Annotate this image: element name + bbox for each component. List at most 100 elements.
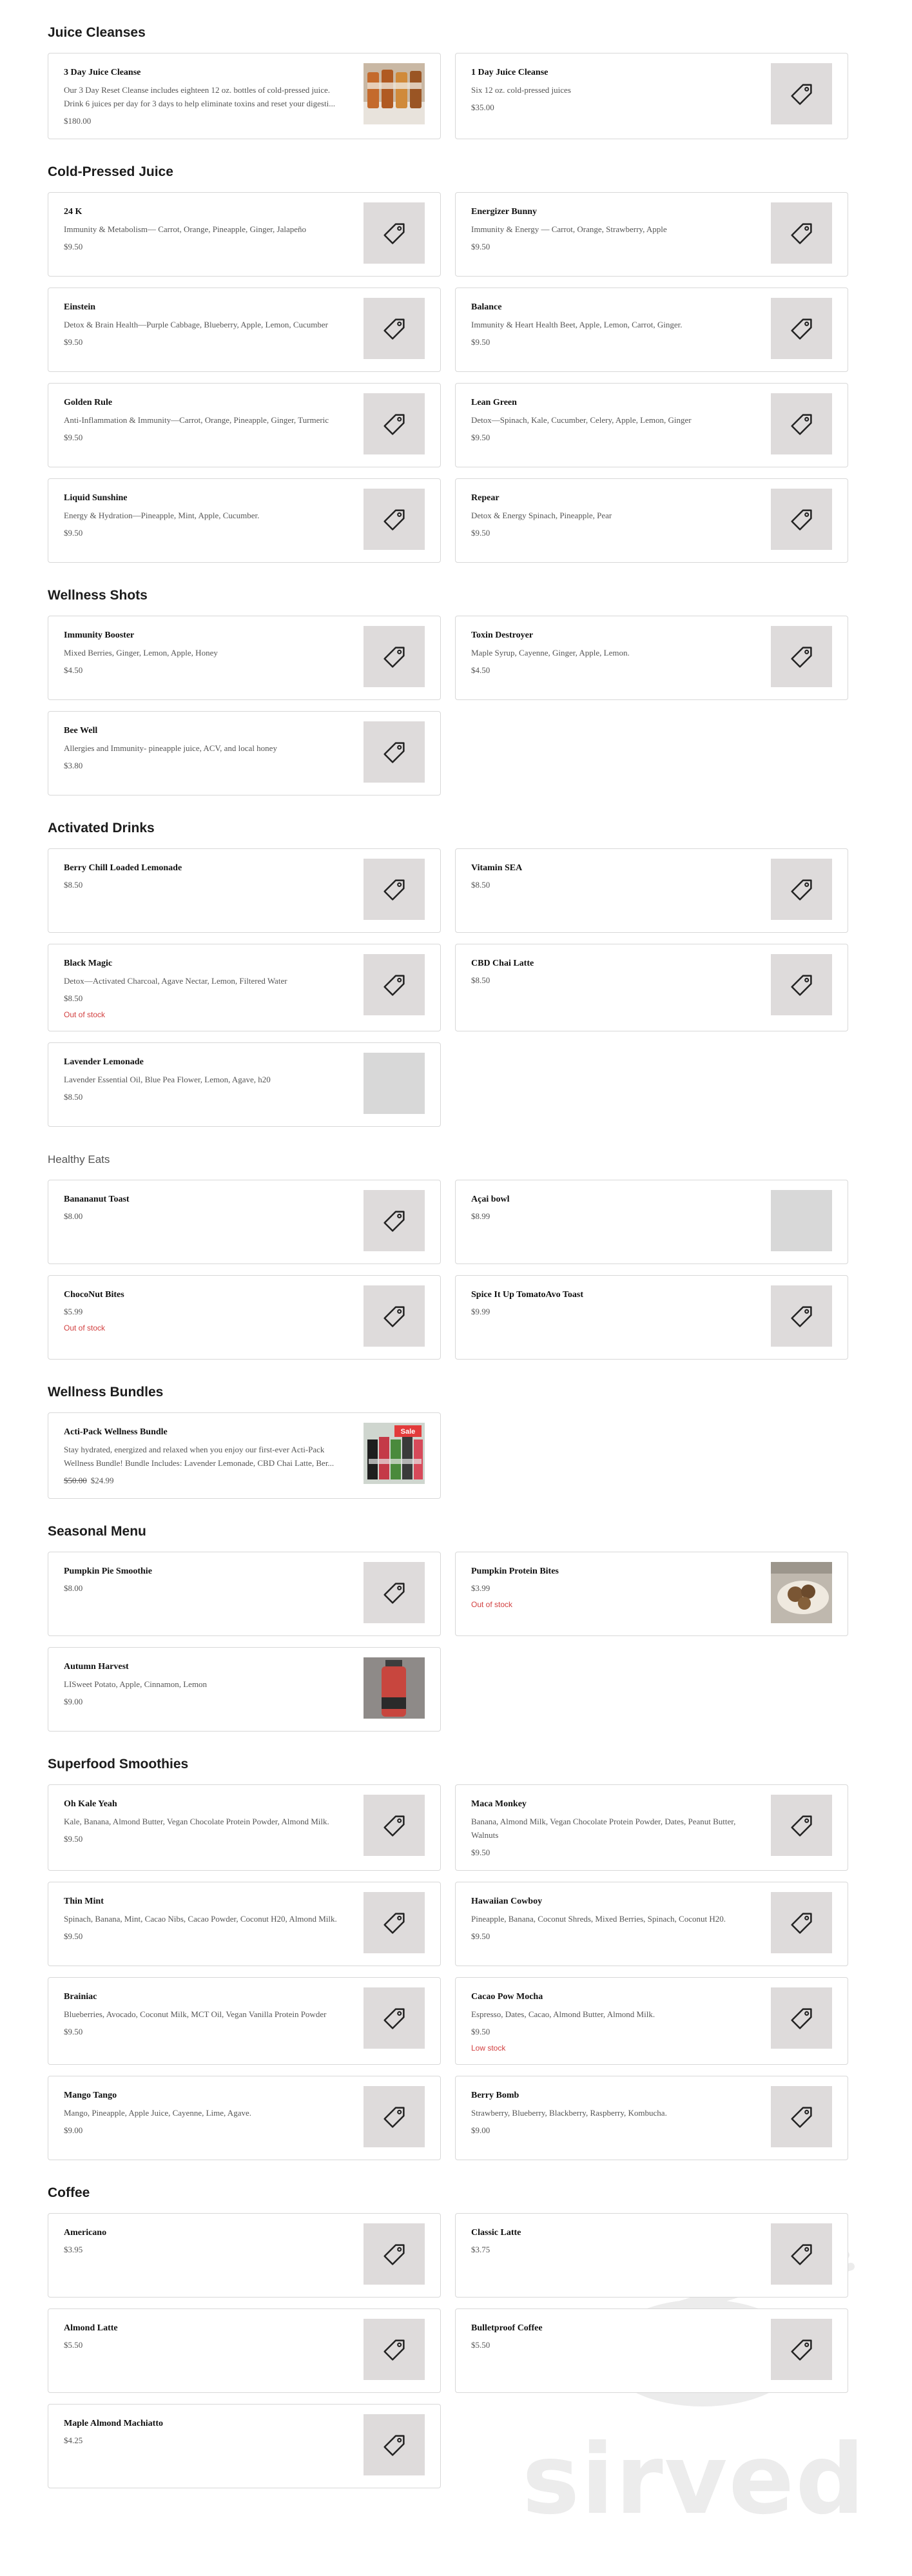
menu-item-name: Americano: [64, 2228, 107, 2238]
menu-item-card[interactable]: Mango Tango Mango, Pineapple, Apple Juice…: [48, 2076, 441, 2160]
menu-item-name: Vitamin SEA: [471, 863, 523, 873]
menu-item-card[interactable]: Berry Bomb Strawberry, Blueberry, Blackbe…: [455, 2076, 848, 2160]
tag-icon: [383, 1210, 405, 1232]
menu-item-card[interactable]: 3 Day Juice Cleanse Our 3 Day Reset Clean…: [48, 53, 441, 139]
menu-item-card[interactable]: Repear Detox & Energy Spinach, Pineapple,…: [455, 478, 848, 563]
menu-item-description: Mango, Pineapple, Apple Juice, Cayenne, …: [64, 2108, 251, 2118]
menu-item-card[interactable]: Einstein Detox & Brain Health—Purple Cabb…: [48, 288, 441, 372]
menu-item-info: Berry Bomb Strawberry, Blueberry, Blackbe…: [471, 2090, 748, 2136]
menu-item-name: Maca Monkey: [471, 1799, 527, 1809]
menu-item-card[interactable]: Almond Latte $5.50: [48, 2308, 441, 2393]
menu-item-card[interactable]: Thin Mint Spinach, Banana, Mint, Cacao Ni…: [48, 1882, 441, 1966]
menu-item-info: Black Magic Detox—Activated Charcoal, Aga…: [64, 958, 341, 1019]
menu-item-price: $9.50: [471, 432, 748, 444]
menu-item-info: 1 Day Juice Cleanse Six 12 oz. cold-press…: [471, 67, 748, 113]
menu-item-card[interactable]: Americano $3.95: [48, 2213, 441, 2298]
item-thumbnail: [771, 954, 832, 1015]
menu-item-card[interactable]: Black Magic Detox—Activated Charcoal, Aga…: [48, 944, 441, 1031]
menu-item-description: Six 12 oz. cold-pressed juices: [471, 85, 571, 95]
bundle-photo: Sale: [364, 1423, 425, 1484]
menu-item-name: Berry Bomb: [471, 2091, 519, 2100]
menu-item-card[interactable]: Banananut Toast $8.00: [48, 1180, 441, 1264]
tag-icon: [790, 2339, 812, 2361]
menu-item-price: $9.50: [64, 1833, 341, 1845]
menu-item-name: Spice It Up TomatoAvo Toast: [471, 1290, 584, 1300]
menu-item-info: Bulletproof Coffee $5.50: [471, 2323, 748, 2351]
menu-item-card[interactable]: Vitamin SEA $8.50: [455, 848, 848, 933]
menu-item-card[interactable]: Maca Monkey Banana, Almond Milk, Vegan Ch…: [455, 1784, 848, 1871]
menu-item-card[interactable]: Cacao Pow Mocha Espresso, Dates, Cacao, A…: [455, 1977, 848, 2065]
tag-icon: [383, 1912, 405, 1934]
menu-item-name: Classic Latte: [471, 2228, 521, 2238]
menu-item-name: Lavender Lemonade: [64, 1057, 144, 1067]
menu-item-price: $9.99: [471, 1306, 748, 1318]
menu-item-card[interactable]: Autumn Harvest LISweet Potato, Apple, Cin…: [48, 1647, 441, 1732]
menu-item-card[interactable]: Spice It Up TomatoAvo Toast $9.99: [455, 1275, 848, 1360]
section-title: Wellness Bundles: [48, 1385, 164, 1400]
menu-item-description: Lavender Essential Oil, Blue Pea Flower,…: [64, 1075, 271, 1084]
current-price: $5.50: [471, 2340, 490, 2350]
menu-item-info: 3 Day Juice Cleanse Our 3 Day Reset Clean…: [64, 67, 341, 127]
item-thumbnail: [771, 202, 832, 264]
menu-section: Wellness Shots Immunity Booster Mixed Berr…: [48, 563, 848, 795]
item-photo: Sale: [364, 1423, 425, 1484]
menu-item-card[interactable]: Hawaiian Cowboy Pineapple, Banana, Coconu…: [455, 1882, 848, 1966]
menu-item-description: Kale, Banana, Almond Butter, Vegan Choco…: [64, 1817, 329, 1826]
menu-item-card[interactable]: CBD Chai Latte $8.50: [455, 944, 848, 1031]
section-title: Juice Cleanses: [48, 25, 146, 40]
menu-item-card[interactable]: Pumpkin Protein Bites $3.99 Out of stock: [455, 1552, 848, 1636]
menu-section: Activated Drinks Berry Chill Loaded Lemon…: [48, 795, 848, 1127]
current-price: $5.50: [64, 2340, 83, 2350]
menu-item-card[interactable]: 24 K Immunity & Metabolism— Carrot, Orang…: [48, 192, 441, 277]
section-title: Seasonal Menu: [48, 1524, 146, 1539]
menu-item-description: Maple Syrup, Cayenne, Ginger, Apple, Lem…: [471, 648, 630, 658]
menu-item-card[interactable]: 1 Day Juice Cleanse Six 12 oz. cold-press…: [455, 53, 848, 139]
menu-item-name: Berry Chill Loaded Lemonade: [64, 863, 182, 873]
menu-item-card[interactable]: Oh Kale Yeah Kale, Banana, Almond Butter,…: [48, 1784, 441, 1871]
menu-item-name: Mango Tango: [64, 2091, 117, 2100]
item-thumbnail: [364, 489, 425, 550]
current-price: $8.50: [64, 880, 83, 890]
menu-item-card[interactable]: Bulletproof Coffee $5.50: [455, 2308, 848, 2393]
menu-item-card[interactable]: Acti-Pack Wellness Bundle Stay hydrated, …: [48, 1412, 441, 1499]
item-thumbnail: [771, 1987, 832, 2049]
item-thumbnail: [364, 626, 425, 687]
menu-item-card[interactable]: Lean Green Detox—Spinach, Kale, Cucumber,…: [455, 383, 848, 467]
menu-item-card[interactable]: Liquid Sunshine Energy & Hydration—Pineap…: [48, 478, 441, 563]
menu-item-card[interactable]: ChocoNut Bites $5.99 Out of stock: [48, 1275, 441, 1360]
current-price: $9.50: [471, 2027, 490, 2036]
menu-item-price: $3.95: [64, 2244, 341, 2256]
menu-item-card[interactable]: Pumpkin Pie Smoothie $8.00: [48, 1552, 441, 1636]
menu-item-card[interactable]: Golden Rule Anti-Inflammation & Immunity—…: [48, 383, 441, 467]
current-price: $4.50: [471, 665, 490, 675]
menu-item-info: Immunity Booster Mixed Berries, Ginger, L…: [64, 630, 341, 676]
stock-status: Low stock: [471, 2044, 506, 2053]
menu-item-grid: Banananut Toast $8.00 Açai bowl $8.99 ChocoN…: [48, 1180, 848, 1360]
menu-item-card[interactable]: Açai bowl $8.99: [455, 1180, 848, 1264]
menu-item-card[interactable]: Brainiac Blueberries, Avocado, Coconut Mi…: [48, 1977, 441, 2065]
stock-status: Out of stock: [64, 1323, 106, 1332]
menu-item-card[interactable]: Toxin Destroyer Maple Syrup, Cayenne, Gin…: [455, 616, 848, 700]
menu-item-info: Maca Monkey Banana, Almond Milk, Vegan Ch…: [471, 1799, 748, 1859]
item-thumbnail: [364, 2414, 425, 2475]
menu-item-grid: 3 Day Juice Cleanse Our 3 Day Reset Clean…: [48, 53, 848, 139]
menu-item-card[interactable]: Maple Almond Machiatto $4.25: [48, 2404, 441, 2488]
menu-item-card[interactable]: Energizer Bunny Immunity & Energy — Carro…: [455, 192, 848, 277]
menu-item-card[interactable]: Berry Chill Loaded Lemonade $8.50: [48, 848, 441, 933]
tag-icon: [383, 413, 405, 435]
menu-item-description: LISweet Potato, Apple, Cinnamon, Lemon: [64, 1679, 208, 1689]
menu-item-price: $3.99: [471, 1583, 748, 1594]
menu-item-card[interactable]: Balance Immunity & Heart Health Beet, App…: [455, 288, 848, 372]
menu-item-card[interactable]: Classic Latte $3.75: [455, 2213, 848, 2298]
current-price: $3.80: [64, 761, 83, 770]
menu-item-name: Golden Rule: [64, 398, 113, 407]
current-price: $9.00: [64, 1697, 83, 1706]
menu-item-info: Spice It Up TomatoAvo Toast $9.99: [471, 1289, 748, 1318]
menu-item-card[interactable]: Bee Well Allergies and Immunity- pineappl…: [48, 711, 441, 795]
current-price: $4.25: [64, 2435, 83, 2445]
menu-item-name: Energizer Bunny: [471, 207, 538, 217]
item-photo: [364, 63, 425, 124]
menu-item-card[interactable]: Lavender Lemonade Lavender Essential Oil,…: [48, 1042, 441, 1127]
menu-item-card[interactable]: Immunity Booster Mixed Berries, Ginger, L…: [48, 616, 441, 700]
current-price: $3.75: [471, 2245, 490, 2254]
